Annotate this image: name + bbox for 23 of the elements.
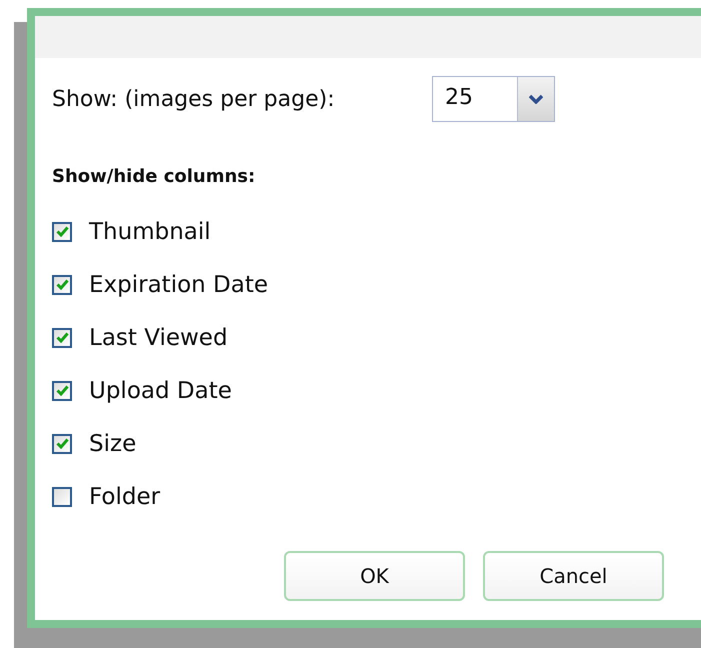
checkbox[interactable]	[52, 222, 72, 242]
ok-button[interactable]: OK	[284, 551, 465, 601]
checkbox[interactable]	[52, 380, 72, 400]
page-size-label: Show: (images per page):	[52, 86, 336, 112]
checkmark-icon	[56, 385, 68, 396]
column-label: Thumbnail	[89, 218, 211, 244]
chevron-down-icon	[529, 94, 543, 104]
column-label: Size	[89, 430, 136, 456]
columns-heading: Show/hide columns:	[52, 166, 256, 187]
checkbox[interactable]	[52, 434, 72, 454]
page-size-dropdown[interactable]: 25	[432, 76, 555, 122]
checkmark-icon	[56, 438, 68, 449]
column-label: Expiration Date	[89, 272, 268, 298]
column-label: Last Viewed	[89, 324, 228, 350]
checkbox[interactable]	[52, 486, 72, 506]
checkmark-icon	[56, 332, 68, 343]
checkmark-icon	[56, 226, 68, 237]
cancel-button[interactable]: Cancel	[483, 551, 664, 601]
checkmark-icon	[56, 279, 68, 290]
column-label: Folder	[89, 484, 160, 510]
checkbox[interactable]	[52, 328, 72, 348]
column-label: Upload Date	[89, 378, 232, 404]
checkbox[interactable]	[52, 274, 72, 294]
